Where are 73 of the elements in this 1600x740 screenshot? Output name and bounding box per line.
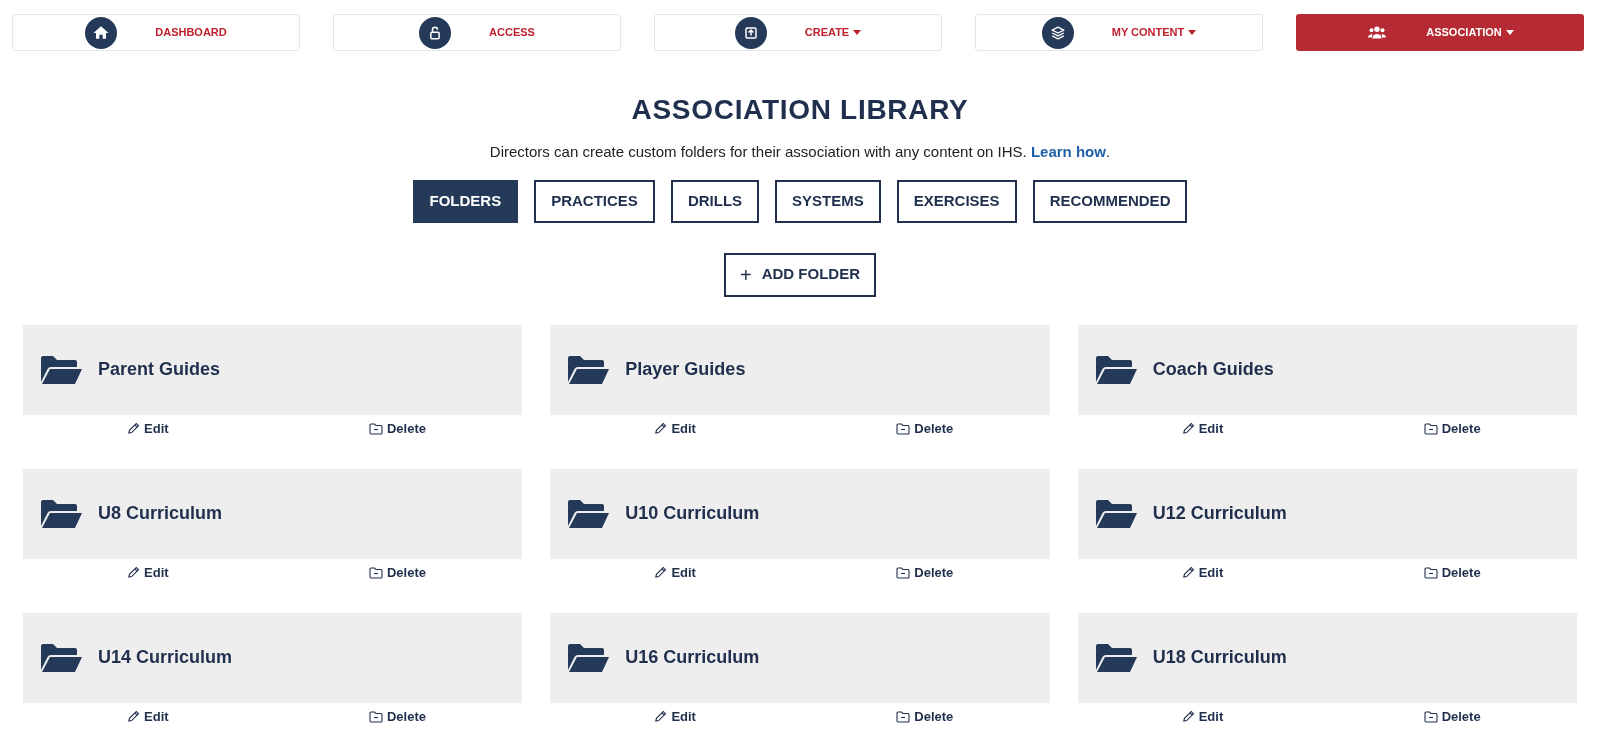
edit-button[interactable]: Edit <box>654 706 696 727</box>
pencil-icon <box>654 710 668 723</box>
folder-card[interactable]: U8 Curriculum <box>23 468 523 559</box>
folder-minus-icon <box>369 710 383 723</box>
nav-button[interactable]: MY CONTENT <box>975 14 1263 51</box>
tab[interactable]: SYSTEMS <box>775 179 881 223</box>
delete-button[interactable]: Delete <box>1423 706 1481 727</box>
pencil-icon <box>1181 710 1195 723</box>
delete-button[interactable]: Delete <box>369 418 426 439</box>
folder-minus-icon <box>896 710 911 723</box>
folder-minus-icon <box>896 422 911 435</box>
folder-icon <box>568 355 611 384</box>
add-folder-button[interactable]: + ADD FOLDER <box>724 252 876 297</box>
folder-minus-icon <box>1423 422 1438 435</box>
upload-icon <box>734 16 767 49</box>
nav-button[interactable]: ASSOCIATION <box>1296 14 1584 51</box>
delete-button[interactable]: Delete <box>1423 562 1481 583</box>
folder-icon <box>41 355 83 384</box>
pencil-icon <box>654 566 668 579</box>
nav-button[interactable]: CREATE <box>654 14 942 51</box>
pencil-icon <box>1181 566 1195 579</box>
folder-icon <box>568 499 611 528</box>
intro-text: Directors can create custom folders for their association with any content on IHS. Learn how. <box>489 142 1111 162</box>
edit-button[interactable]: Edit <box>654 418 696 439</box>
delete-button[interactable]: Delete <box>369 706 426 727</box>
delete-button[interactable]: Delete <box>896 706 954 727</box>
layers-icon <box>1041 16 1074 49</box>
folder-card[interactable]: U18 Curriculum <box>1077 612 1577 703</box>
edit-button[interactable]: Edit <box>127 562 169 583</box>
tab[interactable]: FOLDERS <box>412 179 519 223</box>
delete-button[interactable]: Delete <box>1423 418 1481 439</box>
edit-button[interactable]: Edit <box>1181 418 1224 439</box>
folder-card[interactable]: U16 Curriculum <box>550 612 1050 703</box>
folder-icon <box>41 643 83 672</box>
folder-card[interactable]: Player Guides <box>550 324 1050 415</box>
folder-minus-icon <box>369 422 383 435</box>
pencil-icon <box>127 422 141 435</box>
folder-minus-icon <box>1423 710 1438 723</box>
pencil-icon <box>654 422 668 435</box>
nav-button[interactable]: DASHBOARD <box>12 14 300 51</box>
edit-button[interactable]: Edit <box>1181 706 1224 727</box>
folder-card[interactable]: Coach Guides <box>1077 324 1577 415</box>
pencil-icon <box>1181 422 1195 435</box>
edit-button[interactable]: Edit <box>127 418 169 439</box>
folder-icon <box>1095 643 1138 672</box>
delete-button[interactable]: Delete <box>896 562 954 583</box>
tab[interactable]: PRACTICES <box>534 179 655 223</box>
page-title: ASSOCIATION LIBRARY <box>631 93 969 127</box>
folder-card[interactable]: U14 Curriculum <box>23 612 523 703</box>
folder-card[interactable]: Parent Guides <box>23 324 523 415</box>
pencil-icon <box>127 566 141 579</box>
pencil-icon <box>127 710 141 723</box>
nav-button[interactable]: ACCESS <box>333 14 621 51</box>
lock-icon <box>419 16 452 49</box>
folder-card[interactable]: U10 Curriculum <box>550 468 1050 559</box>
folder-icon <box>1095 355 1138 384</box>
folder-icon <box>568 643 611 672</box>
learn-how-link[interactable]: Learn how <box>1030 143 1106 160</box>
edit-button[interactable]: Edit <box>1181 562 1224 583</box>
tab[interactable]: EXERCISES <box>896 179 1017 223</box>
delete-button[interactable]: Delete <box>369 562 426 583</box>
tab[interactable]: DRILLS <box>670 179 760 223</box>
folder-card[interactable]: U12 Curriculum <box>1077 468 1577 559</box>
folder-icon <box>1095 499 1138 528</box>
folder-minus-icon <box>896 566 911 579</box>
tab[interactable]: RECOMMENDED <box>1032 179 1188 223</box>
home-icon <box>85 16 118 49</box>
delete-button[interactable]: Delete <box>896 418 954 439</box>
folder-minus-icon <box>1423 566 1438 579</box>
folder-minus-icon <box>369 566 383 579</box>
folder-icon <box>41 499 83 528</box>
edit-button[interactable]: Edit <box>127 706 169 727</box>
edit-button[interactable]: Edit <box>654 562 696 583</box>
